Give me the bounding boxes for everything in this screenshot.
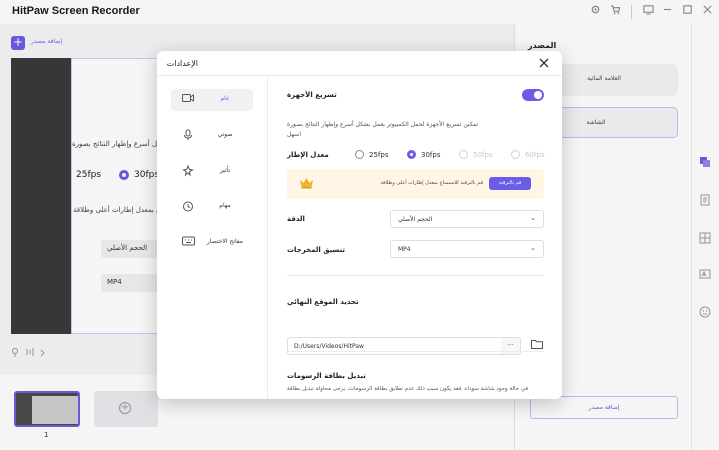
nav-tasks-label: مهام [219,202,231,209]
sparkle-icon [181,164,195,180]
hw-accel-toggle[interactable] [522,89,544,101]
fps-50-label: 50fps [473,151,493,159]
close-icon[interactable] [539,55,549,71]
section-divider [287,275,544,276]
nav-tasks[interactable]: مهام [171,196,253,218]
destination-label: تحديد الموقع النهائي [287,298,359,306]
hw-accel-label: تسريع الأجهزة [287,91,337,99]
fps-25-radio[interactable] [355,150,364,159]
dialog-title: الإعدادات [166,59,198,68]
output-format-label: تنسيق المخرجات [287,246,346,254]
frame-rate-label: معدل الإطار [287,151,329,159]
nav-shortcuts[interactable]: مفاتح الاختصار [171,232,253,254]
clock-icon [181,200,195,215]
upgrade-banner: قم بالترقية للاستمتاع بمعدل إطارات أعلى … [287,169,544,199]
hw-accel-desc-line2: اسهل [287,131,302,138]
settings-dialog: الإعدادات عام صوتي تأثير مهام مفاتح الاخ… [157,51,562,399]
gpu-switch-desc: في حالة وجود شاشة سوداء، فقد يكون سبب ذل… [287,386,529,392]
fps-30-label[interactable]: 30fps [421,151,440,159]
resolution-select[interactable]: الحجم الأصلي ⌄ [390,210,544,228]
fps-60-radio [511,150,520,159]
nav-audio-label: صوتي [217,131,233,138]
fps-50-radio [459,150,468,159]
nav-general[interactable]: عام [171,89,253,111]
microphone-icon [181,129,195,144]
fps-25-label[interactable]: 25fps [369,151,388,159]
resolution-label: الدقة [287,215,305,223]
output-format-value: MP4 [398,246,411,253]
hw-accel-desc-line1: تمكين تسريع الأجهزة لحمل الكمبيوتر يعمل … [287,121,479,128]
camera-icon [181,93,195,106]
keyboard-icon [181,236,195,249]
destination-path-field[interactable]: D:/Users/Videos/HitPaw [287,337,502,355]
fps-60-label: 60fps [525,151,545,159]
crown-icon [299,177,314,193]
nav-effects[interactable]: تأثير [171,161,253,183]
settings-content: تسريع الأجهزة تمكين تسريع الأجهزة لحمل ا… [269,76,562,399]
chevron-down-icon: ⌄ [530,244,536,252]
nav-shortcuts-label: مفاتح الاختصار [206,238,244,245]
section-divider [287,351,544,352]
upgrade-button[interactable]: قم بالترقية [489,177,531,190]
browse-more-button[interactable]: ··· [501,337,521,355]
chevron-down-icon: ⌄ [530,214,536,222]
nav-effects-label: تأثير [219,167,231,174]
resolution-value: الحجم الأصلي [398,216,433,223]
fps-30-radio[interactable] [407,150,416,159]
output-format-select[interactable]: MP4 ⌄ [390,240,544,258]
settings-nav: عام صوتي تأثير مهام مفاتح الاختصار [157,76,268,399]
gpu-switch-label: تبديل بطاقة الرسومات [287,372,366,380]
nav-audio[interactable]: صوتي [171,125,253,147]
nav-general-label: عام [220,95,230,102]
upgrade-text: قم بالترقية للاستمتاع بمعدل إطارات أعلى … [380,180,483,186]
